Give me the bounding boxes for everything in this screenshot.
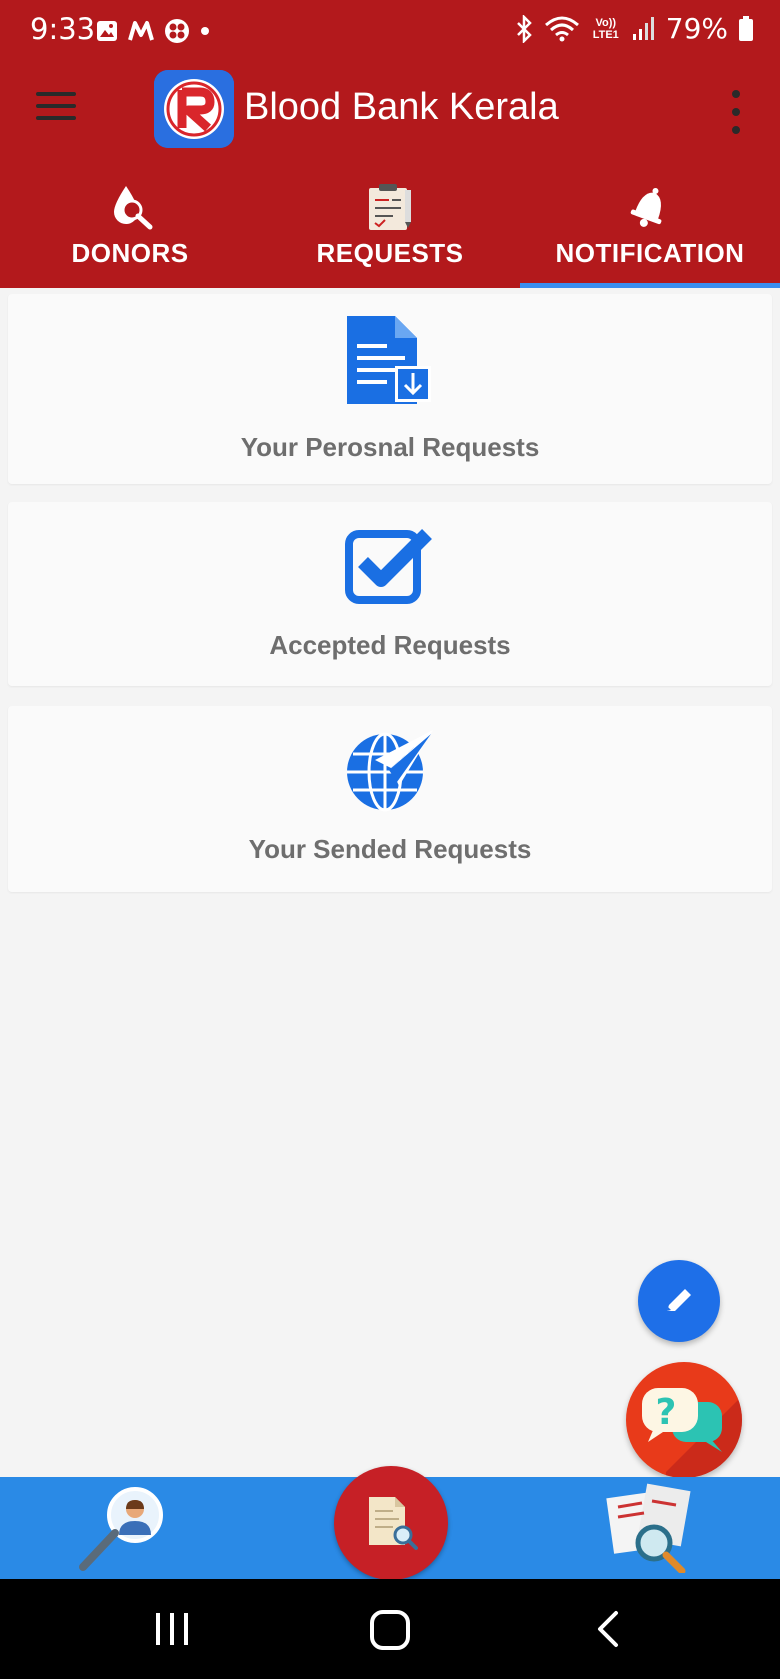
- blood-drop-search-icon: [106, 182, 154, 230]
- bottom-nav-find-donor[interactable]: [72, 1477, 172, 1579]
- help-chat-button[interactable]: ?: [626, 1362, 742, 1478]
- app-logo: [154, 70, 234, 148]
- wifi-icon: [544, 16, 579, 41]
- status-right-icons: Vo)) LTE1 79%: [514, 12, 754, 45]
- hamburger-menu-icon[interactable]: [36, 92, 76, 132]
- card-personal-requests[interactable]: Your Perosnal Requests: [8, 294, 772, 484]
- tab-donors[interactable]: DONORS: [0, 182, 260, 288]
- tab-bar: DONORS REQUESTS NOTIFICATION: [0, 182, 780, 288]
- signal-icon: [632, 16, 654, 40]
- checkbox-checked-icon: [345, 526, 435, 609]
- status-bar: 9:33 Vo)) LTE1 79%: [0, 0, 780, 62]
- card-label: Accepted Requests: [269, 630, 511, 660]
- document-search-icon: [369, 1497, 418, 1550]
- reports-search-icon: [606, 1483, 691, 1573]
- tab-label: DONORS: [71, 238, 189, 268]
- system-nav-bar: [0, 1579, 780, 1679]
- help-chat-icon: ?: [642, 1388, 742, 1478]
- card-sended-requests[interactable]: Your Sended Requests: [8, 706, 772, 892]
- bottom-nav-search-requests[interactable]: [334, 1466, 448, 1580]
- m-app-icon: [128, 21, 154, 41]
- more-vert-icon[interactable]: [726, 90, 746, 134]
- pencil-icon: [667, 1289, 691, 1311]
- bluetooth-icon: [516, 14, 532, 43]
- image-icon: [97, 21, 117, 41]
- bell-icon: [626, 182, 674, 230]
- battery-percent: 79%: [665, 12, 728, 45]
- app-title: Blood Bank Kerala: [244, 86, 559, 128]
- user-search-icon: [79, 1487, 163, 1571]
- card-label: Your Perosnal Requests: [240, 432, 540, 462]
- status-time: 9:33: [30, 12, 96, 46]
- tab-requests[interactable]: REQUESTS: [260, 182, 520, 288]
- recent-apps-icon[interactable]: [152, 1609, 192, 1654]
- status-left-icons: [96, 18, 210, 44]
- edit-fab-button[interactable]: [638, 1260, 720, 1342]
- tab-label: REQUESTS: [316, 238, 464, 268]
- globe-paper-plane-icon: [345, 730, 435, 817]
- tab-notification[interactable]: NOTIFICATION: [520, 182, 780, 288]
- help-question-glyph: ?: [656, 1392, 677, 1433]
- dot-icon: [201, 27, 209, 35]
- document-download-icon: [347, 316, 433, 409]
- tab-label: NOTIFICATION: [555, 238, 745, 268]
- flower-app-icon: [165, 19, 189, 43]
- card-accepted-requests[interactable]: Accepted Requests: [8, 502, 772, 686]
- app-bar: Blood Bank Kerala: [0, 62, 780, 182]
- card-label: Your Sended Requests: [248, 834, 532, 864]
- back-icon[interactable]: [592, 1609, 624, 1654]
- home-icon[interactable]: [369, 1609, 411, 1656]
- clipboard-icon: [367, 182, 413, 230]
- bottom-nav-reports[interactable]: [604, 1477, 704, 1579]
- battery-icon: [739, 15, 753, 41]
- volte-icon: Vo)) LTE1: [592, 16, 619, 41]
